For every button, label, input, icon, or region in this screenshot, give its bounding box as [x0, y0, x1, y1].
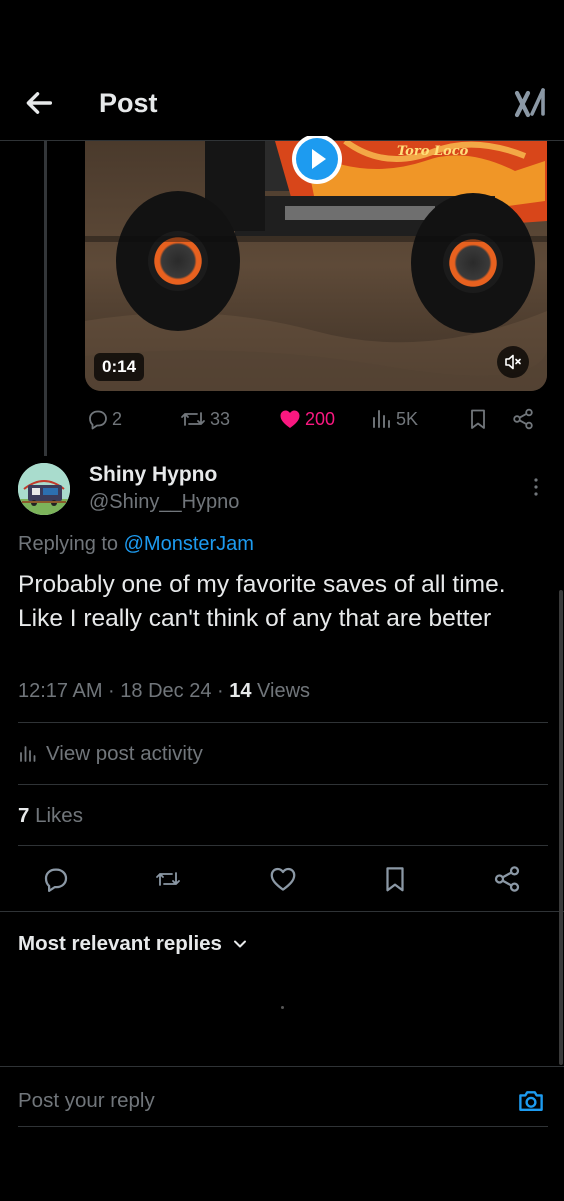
divider	[18, 722, 548, 723]
likes-count: 7	[18, 804, 30, 827]
reply-input[interactable]: Post your reply	[18, 1089, 155, 1113]
post-timestamp[interactable]: 12:17 AM · 18 Dec 24 ·	[18, 680, 229, 702]
share-icon	[494, 866, 520, 892]
heart-outline-icon	[270, 867, 296, 891]
bookmark-button[interactable]	[380, 864, 410, 894]
more-vertical-icon	[534, 478, 538, 496]
divider	[18, 845, 548, 846]
mention-link[interactable]: @MonsterJam	[124, 533, 254, 555]
views-count: 5K	[396, 408, 419, 429]
views-action[interactable]: 5K	[371, 407, 418, 431]
bookmark-icon	[386, 867, 404, 892]
reply-composer	[0, 1066, 564, 1201]
sort-label: Most relevant replies	[18, 932, 222, 955]
bookmark-icon	[471, 409, 485, 429]
share-button[interactable]	[492, 864, 522, 894]
likes-link[interactable]: 7 Likes	[18, 804, 83, 828]
more-options-button[interactable]	[522, 473, 550, 501]
post-text: Probably one of my favorite saves of all…	[18, 571, 506, 632]
display-name[interactable]: Shiny Hypno	[89, 463, 217, 487]
views-chart-icon	[373, 410, 390, 428]
repost-action[interactable]: 33	[178, 407, 230, 431]
thread-line	[44, 141, 47, 456]
camera-button[interactable]	[516, 1086, 546, 1116]
views-chart-icon	[20, 746, 36, 762]
like-button[interactable]	[268, 864, 298, 894]
speaker-muted-icon	[505, 354, 521, 370]
user-handle[interactable]: @Shiny__Hypno	[89, 491, 239, 514]
repost-icon	[181, 412, 205, 426]
share-action[interactable]	[511, 407, 535, 431]
repost-icon	[156, 872, 180, 886]
loading-dot	[281, 1006, 284, 1009]
bookmark-action[interactable]	[466, 407, 490, 431]
page-title: Post	[99, 88, 158, 118]
view-activity-link[interactable]: View post activity	[18, 742, 203, 766]
back-button[interactable]	[22, 86, 56, 120]
replying-prefix: Replying to	[18, 533, 119, 555]
views-label: Views	[251, 680, 311, 702]
replying-to: Replying to @MonsterJam	[18, 533, 254, 556]
reply-action[interactable]: 2	[86, 407, 122, 431]
likes-label: Likes	[29, 804, 83, 827]
like-count: 200	[305, 408, 336, 429]
reply-icon	[89, 410, 107, 430]
video-timer: 0:14	[94, 353, 145, 381]
top-bar: Post	[0, 0, 564, 141]
mute-button[interactable]	[497, 346, 529, 378]
truck-logo-text: Toro Loco	[397, 144, 469, 159]
repost-count: 33	[210, 408, 231, 429]
like-action[interactable]: 200	[278, 407, 335, 431]
activity-label: View post activity	[46, 742, 203, 765]
play-icon	[292, 136, 342, 184]
share-icon	[513, 408, 533, 430]
grok-button[interactable]	[514, 86, 546, 118]
reply-icon	[44, 868, 68, 892]
x-grok-logo-icon	[514, 88, 545, 118]
post-meta: 12:17 AM · 18 Dec 24 · 14 Views	[18, 680, 310, 703]
views-count-reply: 14	[229, 680, 252, 702]
reply-sort-dropdown[interactable]: Most relevant replies	[18, 932, 248, 956]
avatar[interactable]	[18, 463, 70, 515]
arrow-left-icon	[26, 92, 53, 114]
camera-icon	[519, 1091, 543, 1111]
divider	[18, 784, 548, 785]
repost-button[interactable]	[153, 864, 183, 894]
heart-filled-icon	[280, 410, 300, 428]
chevron-down-icon	[233, 940, 246, 948]
composer-underline	[18, 1126, 548, 1127]
reply-count: 2	[112, 408, 123, 429]
play-button[interactable]	[290, 136, 344, 186]
scrollbar[interactable]	[559, 590, 563, 1065]
section-divider	[0, 911, 564, 912]
reply-button[interactable]	[41, 864, 71, 894]
